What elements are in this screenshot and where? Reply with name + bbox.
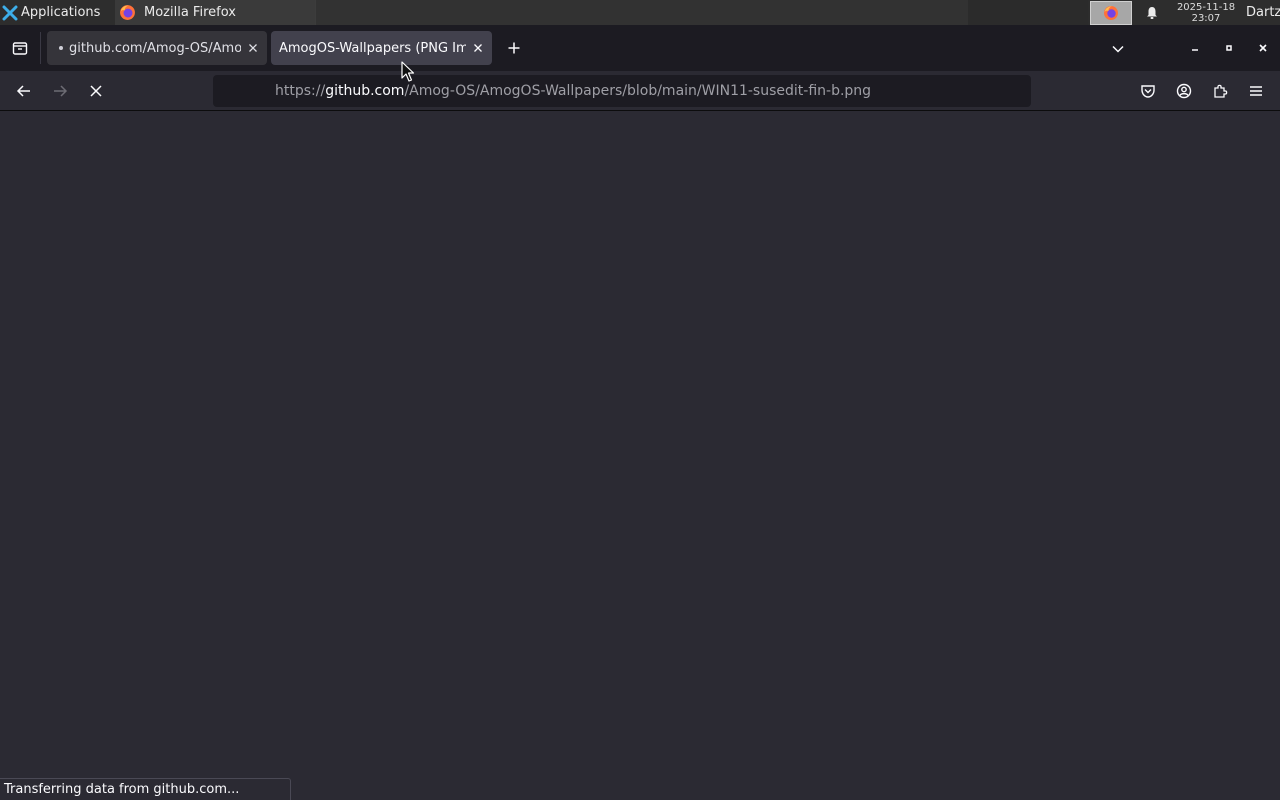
tray-area <box>968 0 1088 25</box>
plus-icon <box>508 42 520 54</box>
chevron-down-icon <box>1112 45 1124 53</box>
applications-menu-label: Applications <box>21 5 101 20</box>
pocket-button[interactable] <box>1132 75 1164 107</box>
url-scheme: https:// <box>275 83 326 99</box>
mouse-cursor-icon <box>401 61 415 82</box>
account-button[interactable] <box>1168 75 1200 107</box>
hamburger-menu-icon <box>1250 86 1262 96</box>
back-button[interactable] <box>8 75 40 107</box>
puzzle-icon <box>1214 84 1228 98</box>
close-icon <box>474 44 482 52</box>
clock[interactable]: 2025-11-18 23:07 <box>1172 2 1240 24</box>
navigation-toolbar: https://github.com/Amog-OS/AmogOS-Wallpa… <box>0 71 1280 111</box>
tab-close-button[interactable] <box>470 40 486 56</box>
close-icon <box>1259 44 1267 52</box>
tray-firefox-button[interactable] <box>1090 0 1132 25</box>
account-icon <box>1176 83 1192 99</box>
desktop-taskbar: Applications Mozilla Firefox 2025-11-18 … <box>0 0 1280 25</box>
window-minimize-button[interactable] <box>1184 37 1206 59</box>
bell-icon <box>1147 6 1157 19</box>
url-path: /Amog-OS/AmogOS-Wallpapers/blob/main/WIN… <box>404 83 872 99</box>
close-icon <box>249 44 257 52</box>
window-maximize-button[interactable] <box>1218 37 1240 59</box>
arrow-left-icon <box>16 85 30 97</box>
firefox-view-button[interactable] <box>0 25 40 71</box>
tab-close-button[interactable] <box>245 40 261 56</box>
firefox-view-icon <box>12 42 28 55</box>
status-panel: Transferring data from github.com... <box>0 778 291 800</box>
loading-indicator-icon <box>59 46 63 50</box>
application-menu-button[interactable] <box>1240 75 1272 107</box>
xfce-logo-icon <box>2 5 18 20</box>
firefox-icon <box>120 5 135 20</box>
firefox-tray-icon <box>1104 5 1118 20</box>
stop-loading-button[interactable] <box>80 75 112 107</box>
tab-title: github.com/Amog-OS/AmogOS-Wallpapers <box>69 40 241 56</box>
taskbar-empty-area <box>315 0 968 25</box>
clock-date: 2025-11-18 <box>1176 1 1236 13</box>
tab-strip-divider <box>40 32 41 64</box>
clock-time: 23:07 <box>1191 12 1221 24</box>
pocket-icon <box>1141 85 1155 98</box>
new-tab-button[interactable] <box>500 34 528 62</box>
window-close-button[interactable] <box>1252 37 1274 59</box>
taskbar-window-label: Mozilla Firefox <box>144 5 236 20</box>
tab-strip: github.com/Amog-OS/AmogOS-Wallpapers Amo… <box>0 25 1280 71</box>
arrow-right-icon <box>54 85 68 97</box>
close-icon <box>90 85 102 97</box>
taskbar-window-firefox[interactable]: Mozilla Firefox <box>115 0 315 25</box>
tab-github[interactable]: github.com/Amog-OS/AmogOS-Wallpapers <box>47 31 267 65</box>
url-host: github.com <box>325 83 405 99</box>
forward-button[interactable] <box>44 75 76 107</box>
user-menu-button[interactable]: Dartz <box>1240 5 1280 20</box>
applications-menu-button[interactable]: Applications <box>0 0 115 25</box>
page-content-area <box>0 111 1280 800</box>
tab-title: AmogOS-Wallpapers (PNG Image) <box>279 40 466 56</box>
maximize-icon <box>1226 45 1232 51</box>
list-all-tabs-button[interactable] <box>1106 37 1130 61</box>
notifications-button[interactable] <box>1132 6 1172 20</box>
extensions-button[interactable] <box>1204 75 1236 107</box>
minimize-icon <box>1192 49 1198 51</box>
tab-wallpaper-image[interactable]: AmogOS-Wallpapers (PNG Image) <box>271 31 492 65</box>
url-bar[interactable]: https://github.com/Amog-OS/AmogOS-Wallpa… <box>213 75 1031 107</box>
